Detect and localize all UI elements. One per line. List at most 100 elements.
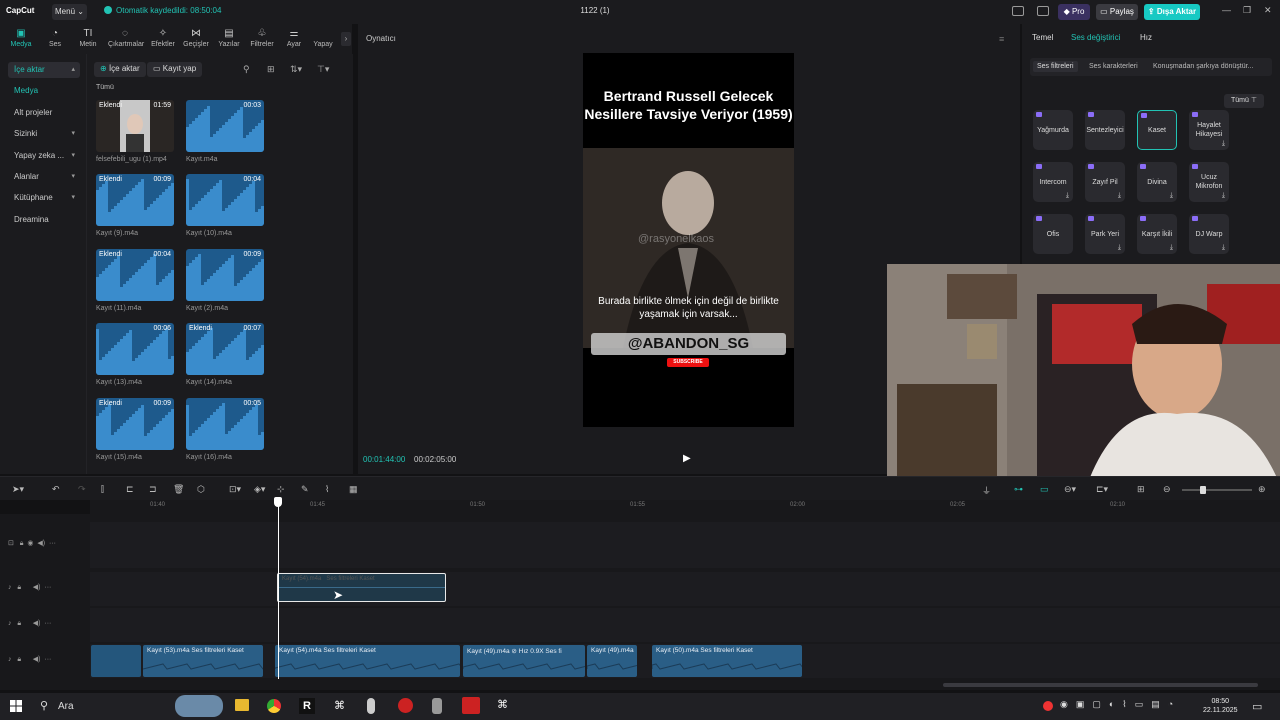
- selected-audio-clip[interactable]: Kayıt (54).m4a Ses filtreleri Kaset: [277, 573, 446, 602]
- widget-image[interactable]: [175, 695, 223, 717]
- subtab-voice-characters[interactable]: Ses karakterleri: [1089, 63, 1138, 70]
- nav-yours[interactable]: Sizinki ▾: [8, 126, 80, 142]
- minimize-icon[interactable]: —: [1222, 5, 1231, 15]
- speaker-icon[interactable]: ◀): [33, 656, 41, 663]
- audio-clip[interactable]: Kayıt (49).m4a: [587, 645, 637, 677]
- nav-import[interactable]: İçe aktar ▴: [8, 62, 80, 78]
- preview-axis-icon[interactable]: ▭: [1040, 484, 1049, 495]
- shortcuts-icon[interactable]: [1037, 6, 1049, 16]
- eye-icon[interactable]: ◉: [27, 540, 33, 547]
- more-icon[interactable]: ···: [44, 620, 51, 627]
- freeze-icon[interactable]: ⊹: [277, 484, 285, 495]
- magnet-icon[interactable]: ⊏▾: [1096, 484, 1108, 495]
- split-left-icon[interactable]: ⊏: [126, 484, 134, 495]
- voice-effect-card[interactable]: Karşıt İkili ⤓: [1137, 214, 1177, 254]
- subtab-voice-filters[interactable]: Ses filtreleri: [1033, 61, 1078, 72]
- tab-audio[interactable]: ◔ Ses: [38, 28, 72, 48]
- download-icon[interactable]: ⤓: [1222, 191, 1225, 200]
- close-icon[interactable]: ✕: [1264, 5, 1272, 16]
- more-icon[interactable]: ···: [44, 584, 51, 591]
- nav-subprojects[interactable]: Alt projeler: [8, 105, 80, 121]
- lock-icon[interactable]: 🔒︎: [17, 620, 21, 627]
- audio-clip[interactable]: Kayıt (50).m4a Ses filtreleri Kaset: [652, 645, 802, 677]
- voice-effect-card[interactable]: Zayıf Pil ⤓: [1085, 162, 1125, 202]
- voice-effect-card[interactable]: Ofis: [1033, 214, 1073, 254]
- speaker-icon[interactable]: ◀): [37, 540, 45, 547]
- mouse-app-icon[interactable]: [367, 698, 375, 714]
- capcut-icon-2[interactable]: ⌘: [497, 698, 508, 711]
- media-thumbnail[interactable]: 00:07 Eklendi: [186, 323, 264, 375]
- lock-icon[interactable]: 🔒︎: [20, 540, 24, 547]
- tab-basic[interactable]: Temel: [1032, 33, 1053, 42]
- r-app-icon[interactable]: R: [299, 698, 315, 714]
- nav-dreamina[interactable]: Dreamina: [8, 212, 80, 228]
- snap-icon[interactable]: ⊖▾: [1064, 484, 1076, 495]
- all-filter-button[interactable]: Tümü ⊤: [1224, 94, 1264, 108]
- download-icon[interactable]: ⤓: [1222, 243, 1225, 252]
- import-button[interactable]: ⊕ İçe aktar: [94, 62, 146, 77]
- more-icon[interactable]: ···: [44, 656, 51, 663]
- record-tray-icon[interactable]: [1043, 701, 1053, 711]
- capcut-icon[interactable]: ⌘: [334, 699, 345, 712]
- speaker-icon[interactable]: ◀): [33, 620, 41, 627]
- more-icon[interactable]: ···: [49, 540, 56, 547]
- audio-clip[interactable]: Kayıt (53).m4a Ses filtreleri Kaset: [143, 645, 263, 677]
- link-icon[interactable]: ⊶: [1014, 484, 1023, 495]
- tab-speed[interactable]: Hız: [1140, 33, 1152, 42]
- tab-filters[interactable]: ♧ Filtreler: [245, 28, 279, 48]
- ai-edit-icon[interactable]: ✎: [301, 484, 309, 495]
- lock-icon[interactable]: 🔒︎: [17, 584, 21, 591]
- voice-effect-card[interactable]: Sentezleyici: [1085, 110, 1125, 150]
- menu-button[interactable]: Menü ⌄: [52, 4, 87, 20]
- windows-start-icon[interactable]: [10, 700, 22, 712]
- mask-icon[interactable]: ⬡: [197, 484, 205, 495]
- track-row-audio-2[interactable]: [90, 608, 1280, 642]
- tab-media[interactable]: ▣ Medya: [4, 28, 38, 48]
- crop-icon[interactable]: ⊡▾: [229, 484, 241, 495]
- media-thumbnail[interactable]: 00:09 Eklendi: [96, 174, 174, 226]
- share-button[interactable]: ▭ Paylaş: [1096, 4, 1138, 20]
- tab-ai[interactable]: Yapay: [306, 28, 340, 48]
- timeline-ruler[interactable]: 01:40 01:45 01:50 01:55 02:00 02:05 02:10: [90, 500, 1280, 514]
- lock-icon[interactable]: 🔒︎: [17, 656, 21, 663]
- audio-clip[interactable]: Kayıt (49).m4a ⊘ Hız 0.9X Ses fi: [463, 645, 585, 677]
- obs-icon[interactable]: [398, 698, 413, 713]
- media-thumbnail[interactable]: 00:06: [96, 323, 174, 375]
- taskbar-search[interactable]: Ara: [58, 701, 74, 712]
- media-thumbnail[interactable]: 00:09: [186, 249, 264, 301]
- tab-transitions[interactable]: ⋈ Geçişler: [179, 28, 213, 48]
- grid-view-icon[interactable]: ⊞: [267, 64, 275, 75]
- select-tool-icon[interactable]: ➤▾: [12, 484, 24, 495]
- microphone-icon[interactable]: [432, 698, 442, 714]
- media-thumbnail[interactable]: 00:03: [186, 100, 264, 152]
- voice-effect-card[interactable]: Yağmurda: [1033, 110, 1073, 150]
- split-icon[interactable]: ⫿: [101, 484, 104, 495]
- voice-effect-card[interactable]: Intercom ⤓: [1033, 162, 1073, 202]
- voice-effect-card[interactable]: Divina ⤓: [1137, 162, 1177, 202]
- voice-effect-card[interactable]: Kaset: [1137, 110, 1177, 150]
- video-preview[interactable]: Bertrand Russell Gelecek Nesillere Tavsi…: [583, 53, 794, 427]
- delete-icon[interactable]: 🗑: [173, 484, 184, 495]
- media-thumbnail[interactable]: 00:04 Eklendi: [96, 249, 174, 301]
- play-icon[interactable]: ▶: [683, 453, 691, 464]
- clock[interactable]: 08:50 22.11.2025: [1203, 697, 1238, 715]
- search-icon[interactable]: ⚲: [40, 699, 48, 712]
- download-icon[interactable]: ⤓: [1066, 191, 1069, 200]
- horizontal-scrollbar[interactable]: [943, 683, 1258, 687]
- nav-media[interactable]: Medya: [8, 83, 80, 99]
- layout-icon[interactable]: [1012, 6, 1024, 16]
- download-icon[interactable]: ⤓: [1170, 243, 1173, 252]
- pro-button[interactable]: ◆ Pro: [1058, 4, 1090, 20]
- playhead[interactable]: [278, 497, 279, 679]
- speaker-icon[interactable]: ◀): [33, 584, 41, 591]
- voice-effect-card[interactable]: DJ Warp ⤓: [1189, 214, 1229, 254]
- audio-clip[interactable]: [91, 645, 141, 677]
- voice-app-icon[interactable]: [462, 697, 480, 714]
- export-button[interactable]: ⇪ Dışa Aktar: [1144, 4, 1200, 20]
- record-button[interactable]: ▭ Kayıt yap: [147, 62, 203, 77]
- redo-icon[interactable]: ↷: [78, 484, 86, 495]
- sort-icon[interactable]: ⇅▾: [290, 64, 302, 75]
- voice-effect-card[interactable]: Ucuz Mikrofon ⤓: [1189, 162, 1229, 202]
- nav-library[interactable]: Kütüphane ▾: [8, 190, 80, 206]
- chrome-icon[interactable]: [267, 699, 281, 713]
